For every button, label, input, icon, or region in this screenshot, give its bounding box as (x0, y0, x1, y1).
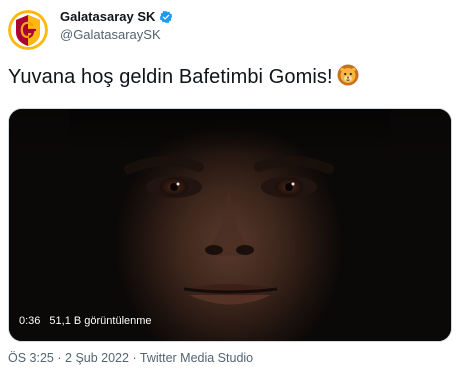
video-thumbnail-face (9, 109, 451, 341)
tweet-date[interactable]: 2 Şub 2022 (65, 351, 129, 365)
video-view-count: 51,1 B görüntülenme (49, 315, 152, 327)
verified-badge-icon (159, 10, 173, 24)
tweet-time[interactable]: ÖS 3:25 (8, 351, 54, 365)
lion-face-icon (337, 64, 359, 86)
display-name[interactable]: Galatasaray SK (60, 9, 155, 25)
tweet-source: Twitter Media Studio (139, 351, 254, 365)
galatasaray-crest-icon (8, 10, 48, 50)
account-handle[interactable]: @GalatasaraySK (60, 27, 161, 43)
tweet-text-body: Yuvana hoş geldin Bafetimbi Gomis! (8, 66, 333, 88)
tweet-meta: ÖS 3:25 · 2 Şub 2022 · Twitter Media Stu… (8, 350, 253, 366)
video-duration: 0:36 (19, 315, 41, 327)
meta-separator: · (57, 351, 62, 365)
meta-separator-2: · (132, 351, 137, 365)
name-row: Galatasaray SK (60, 9, 173, 25)
video-overlay: 0:36 51,1 B görüntülenme (19, 314, 152, 328)
galatasaray-avatar[interactable] (8, 10, 48, 50)
tweet-text: Yuvana hoş geldin Bafetimbi Gomis! (8, 64, 359, 90)
tweet-card: Galatasaray SK @GalatasaraySK Yuvana hoş… (0, 0, 464, 380)
video-player[interactable]: 0:36 51,1 B görüntülenme (8, 108, 452, 342)
